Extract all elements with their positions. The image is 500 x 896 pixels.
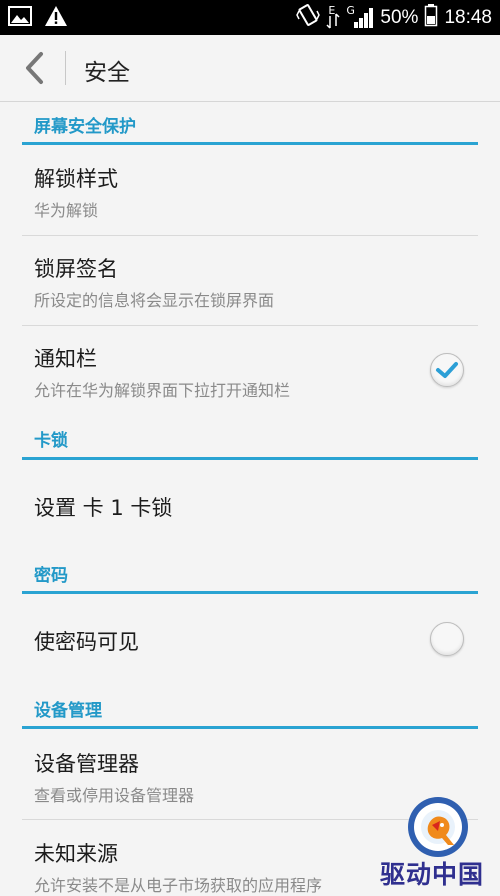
list-item-notification-bar[interactable]: 通知栏 允许在华为解锁界面下拉打开通知栏 [22,326,478,416]
checkmark-icon [436,362,458,378]
item-title: 锁屏签名 [34,257,118,281]
warning-icon [44,5,68,31]
list-item-sim-lock[interactable]: 设置 卡 1 卡锁 [22,462,478,548]
item-subtitle: 华为解锁 [34,201,99,220]
title-divider [65,51,66,85]
item-subtitle: 允许在华为解锁界面下拉打开通知栏 [34,381,291,400]
item-subtitle: 所设定的信息将会显示在锁屏界面 [34,291,275,310]
clock: 18:48 [444,6,492,28]
back-button[interactable] [14,47,54,89]
status-bar: E G 50% 18:48 [0,0,500,35]
section-title: 屏幕安全保护 [34,117,136,137]
watermark: 驱动中国 [380,795,498,889]
title-bar: 安全 [0,35,500,102]
item-title: 未知来源 [34,842,118,866]
watermark-text: 驱动中国 [380,860,485,889]
section-header-sim-lock: 卡锁 [22,420,478,460]
item-title: 设备管理器 [34,752,139,776]
section-title: 卡锁 [34,431,68,451]
section-header-screen-security: 屏幕安全保护 [22,108,478,145]
item-title: 设置 卡 1 卡锁 [34,496,173,520]
vibrate-icon [296,3,321,32]
section-header-password: 密码 [22,555,478,594]
list-item-unlock-style[interactable]: 解锁样式 华为解锁 [22,145,478,235]
list-item-lock-signature[interactable]: 锁屏签名 所设定的信息将会显示在锁屏界面 [22,236,478,325]
gallery-icon [8,5,32,31]
chevron-left-icon [26,52,43,84]
section-title: 设备管理 [34,701,102,721]
item-title: 使密码可见 [34,630,139,654]
list-item-show-password[interactable]: 使密码可见 [22,596,478,682]
show-password-checkbox[interactable] [430,622,464,656]
item-subtitle: 允许安装不是从电子市场获取的应用程序 [34,876,323,895]
signal-icon: G [346,4,374,30]
network-e-icon: E [326,4,340,30]
battery-icon [424,3,438,32]
item-subtitle: 查看或停用设备管理器 [34,786,195,805]
section-header-device-management: 设备管理 [22,690,478,729]
section-title: 密码 [34,566,68,586]
watermark-logo-icon [408,797,468,857]
battery-percent: 50% [380,6,419,28]
page-title: 安全 [84,60,130,86]
notification-bar-checkbox[interactable] [430,353,464,387]
item-title: 通知栏 [34,347,97,371]
item-title: 解锁样式 [34,167,118,191]
